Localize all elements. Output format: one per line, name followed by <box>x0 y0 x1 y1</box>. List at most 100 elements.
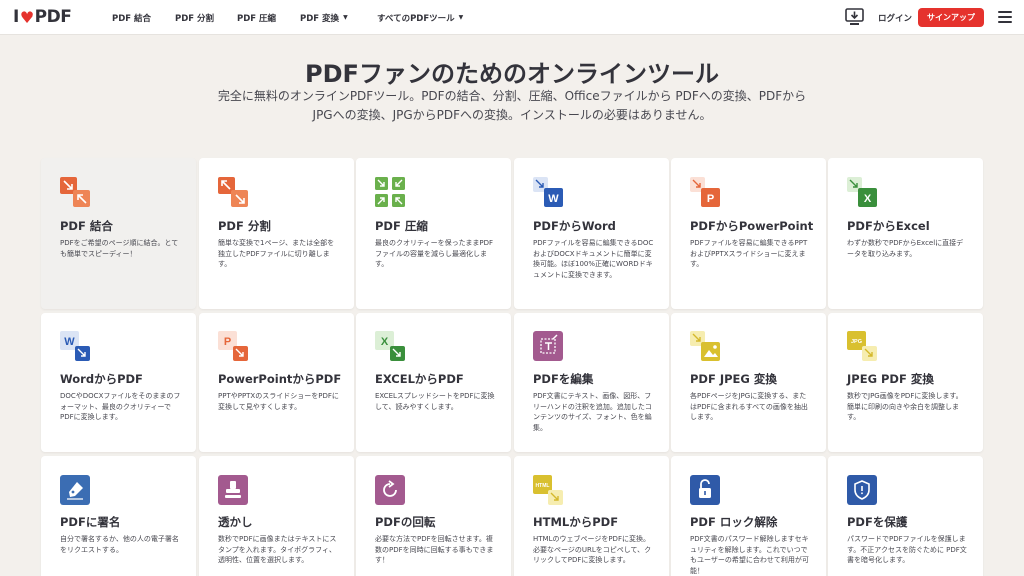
tool-description: PDFをご希望のページ順に結合。とても簡単でスピーディー！ <box>60 239 179 258</box>
icon-label: HTML <box>536 483 550 489</box>
nav-label: PDF 変換 <box>300 13 340 24</box>
tool-card-word-to-pdf[interactable]: W WordからPDF DOCやDOCXファイルをそのままのフォーマット、最良の… <box>41 313 196 452</box>
tool-description: EXCELスプレッドシートをPDFに変換して、読みやすくします。 <box>375 392 495 411</box>
word-to-pdf-icon: W <box>60 331 90 361</box>
icon-letter: W <box>548 193 559 205</box>
tool-description: 最良のクオリティーを保ったままPDFファイルの容量を減らし最適化します。 <box>375 239 494 268</box>
protect-pdf-icon <box>847 475 877 505</box>
tool-description: 数秒でJPG画像をPDFに変換します。簡単に印刷の向きや余白を調整します。 <box>847 392 963 421</box>
tool-card-protect-pdf[interactable]: PDFを保護 パスワードでPDFファイルを保護します。不正アクセスを防ぐために … <box>828 456 983 576</box>
tool-description: PDF文書のパスワード解除しますセキュリティを解除します。これでいつでもユーザー… <box>690 535 809 575</box>
pdf-to-powerpoint-icon: P <box>690 177 720 207</box>
tool-card-pdf-to-jpg[interactable]: PDF JPEG 変換 各PDFページをJPGに変換する、またはPDFに含まれる… <box>671 313 826 452</box>
excel-to-pdf-icon: X <box>375 331 405 361</box>
split-icon <box>218 177 248 207</box>
nav-compress-pdf[interactable]: PDF 圧縮 <box>237 0 276 35</box>
page-subtitle: 完全に無料のオンラインPDFツール。PDFの結合、分割、圧縮、Officeファイ… <box>217 89 807 122</box>
nav-label: PDF 結合 <box>112 13 152 24</box>
tool-title: 透かし <box>218 515 253 529</box>
tool-card-edit-pdf[interactable]: PDFを編集 PDF文書にテキスト、画像、図形、フリーハンドの注釈を追加。追加し… <box>514 313 669 452</box>
tool-title: PDFに署名 <box>60 515 121 529</box>
desktop-download-icon[interactable] <box>845 8 864 26</box>
ilovepdf-logo[interactable]: I ♥ PDF <box>13 7 72 27</box>
heart-icon: ♥ <box>19 7 34 27</box>
tool-description: PDFファイルを容易に編集できるDOCおよびDOCXドキュメントに簡単に変換可能… <box>533 239 654 279</box>
tool-description: PDF文書にテキスト、画像、図形、フリーハンドの注釈を追加。追加したコンテンツの… <box>533 392 652 432</box>
tool-title: PowerPointからPDF <box>218 372 342 386</box>
caret-down-icon: ▼ <box>458 14 464 21</box>
icon-letter: X <box>864 193 872 205</box>
unlock-pdf-icon <box>690 475 720 505</box>
tool-card-jpg-to-pdf[interactable]: JPG JPEG PDF 変換 数秒でJPG画像をPDFに変換します。簡単に印刷… <box>828 313 983 452</box>
logo-letter-i: I <box>13 7 19 27</box>
nav-label: PDF 圧縮 <box>237 13 277 24</box>
html-to-pdf-icon: HTML <box>533 475 563 505</box>
tool-title: PDF 圧縮 <box>375 219 428 233</box>
tool-card-unlock-pdf[interactable]: PDF ロック解除 PDF文書のパスワード解除しますセキュリティを解除します。こ… <box>671 456 826 576</box>
sign-pdf-icon <box>60 475 90 505</box>
watermark-icon <box>218 475 248 505</box>
tool-title: PDFからExcel <box>847 219 930 233</box>
tool-card-split-pdf[interactable]: PDF 分割 簡単な変換で1ページ、または全部を独立したPDFファイルに切り離し… <box>199 158 354 309</box>
login-link[interactable]: ログイン <box>878 12 912 24</box>
tool-title: PDFを保護 <box>847 515 908 529</box>
tool-title: EXCELからPDF <box>375 372 464 386</box>
tool-title: JPEG PDF 変換 <box>847 372 934 386</box>
tool-title: PDFからWord <box>533 219 616 233</box>
tool-description: HTMLのウェブページをPDFに変換。必要なページのURLをコピペして、クリック… <box>533 535 652 564</box>
tool-card-sign-pdf[interactable]: PDFに署名 自分で署名するか、他の人の電子署名をリクエストする。 <box>41 456 196 576</box>
pdf-to-word-icon: W <box>533 177 563 207</box>
icon-letter: P <box>707 193 714 205</box>
caret-down-icon: ▼ <box>343 14 348 21</box>
tool-title: PDFからPowerPoint <box>690 219 814 233</box>
tool-description: 各PDFページをJPGに変換する、またはPDFに含まれるすべての画像を抽出します… <box>690 392 808 421</box>
tool-title: WordからPDF <box>60 372 143 386</box>
tool-description: 簡単な変換で1ページ、または全部を独立したPDFファイルに切り離します。 <box>218 239 335 268</box>
rotate-pdf-icon <box>375 475 405 505</box>
nav-label: すべてのPDFツール <box>377 13 455 24</box>
tool-card-merge-pdf[interactable]: PDF 結合 PDFをご希望のページ順に結合。とても簡単でスピーディー！ <box>41 158 196 309</box>
icon-label: JPG <box>851 339 862 345</box>
tool-card-watermark[interactable]: 透かし 数秒でPDFに画像またはテキストにスタンプを入れます。タイポグラフィ、透… <box>199 456 354 576</box>
edit-pdf-icon <box>533 331 563 361</box>
tool-description: 数秒でPDFに画像またはテキストにスタンプを入れます。タイポグラフィ、透明性、位… <box>218 535 337 564</box>
page-title: PDFファンのためのオンラインツール <box>305 60 719 88</box>
tool-description: DOCやDOCXファイルをそのままのフォーマット、最良のクオリティーでPDFに変… <box>60 392 181 421</box>
tool-card-rotate-pdf[interactable]: PDFの回転 必要な方法でPDFを回転させます。複数のPDFを同時に回転する事も… <box>356 456 511 576</box>
tool-card-powerpoint-to-pdf[interactable]: P PowerPointからPDF PPTやPPTXのスライドショーをPDFに変… <box>199 313 354 452</box>
tool-card-pdf-to-excel[interactable]: X PDFからExcel わずか数秒でPDFからExcelに直接データを取り込み… <box>828 158 983 309</box>
pdf-to-jpg-icon <box>690 331 720 361</box>
icon-letter: P <box>224 336 231 348</box>
pdf-to-excel-icon: X <box>847 177 877 207</box>
compress-icon <box>375 177 405 207</box>
nav-convert-pdf[interactable]: PDF 変換 ▼ <box>300 0 348 35</box>
tool-description: PPTやPPTXのスライドショーをPDFに変換して見やすくします。 <box>218 392 339 411</box>
top-navigation-bar: I ♥ PDF PDF 結合 PDF 分割 PDF 圧縮 PDF 変換 ▼ すべて… <box>0 0 1024 35</box>
tool-description: 自分で署名するか、他の人の電子署名をリクエストする。 <box>60 535 179 554</box>
nav-merge-pdf[interactable]: PDF 結合 <box>112 0 151 35</box>
signup-button[interactable]: サインアップ <box>918 8 984 27</box>
tool-card-compress-pdf[interactable]: PDF 圧縮 最良のクオリティーを保ったままPDFファイルの容量を減らし最適化し… <box>356 158 511 309</box>
tool-card-pdf-to-powerpoint[interactable]: P PDFからPowerPoint PDFファイルを容易に編集できるPPTおよび… <box>671 158 826 309</box>
tool-title: PDF 分割 <box>218 219 271 233</box>
tool-card-html-to-pdf[interactable]: HTML HTMLからPDF HTMLのウェブページをPDFに変換。必要なページ… <box>514 456 669 576</box>
tool-card-excel-to-pdf[interactable]: X EXCELからPDF EXCELスプレッドシートをPDFに変換して、読みやす… <box>356 313 511 452</box>
hamburger-menu-icon[interactable] <box>998 11 1012 23</box>
tool-description: わずか数秒でPDFからExcelに直接データを取り込みます。 <box>847 239 964 258</box>
powerpoint-to-pdf-icon: P <box>218 331 248 361</box>
tool-title: PDF JPEG 変換 <box>690 372 777 386</box>
tool-description: パスワードでPDFファイルを保護します。不正アクセスを防ぐために PDF文書を暗… <box>847 535 967 564</box>
nav-all-pdf-tools[interactable]: すべてのPDFツール ▼ <box>377 0 463 35</box>
jpg-to-pdf-icon: JPG <box>847 331 877 361</box>
merge-icon <box>60 177 90 207</box>
nav-split-pdf[interactable]: PDF 分割 <box>175 0 214 35</box>
tool-description: 必要な方法でPDFを回転させます。複数のPDFを同時に回転する事もできます！ <box>375 535 494 564</box>
tool-card-pdf-to-word[interactable]: W PDFからWord PDFファイルを容易に編集できるDOCおよびDOCXドキ… <box>514 158 669 309</box>
tool-title: PDF 結合 <box>60 219 113 233</box>
logo-text-pdf: PDF <box>34 7 72 27</box>
tool-title: HTMLからPDF <box>533 515 619 529</box>
nav-label: PDF 分割 <box>175 13 215 24</box>
tool-title: PDFの回転 <box>375 515 436 529</box>
tool-title: PDF ロック解除 <box>690 515 778 529</box>
tool-title: PDFを編集 <box>533 372 594 386</box>
